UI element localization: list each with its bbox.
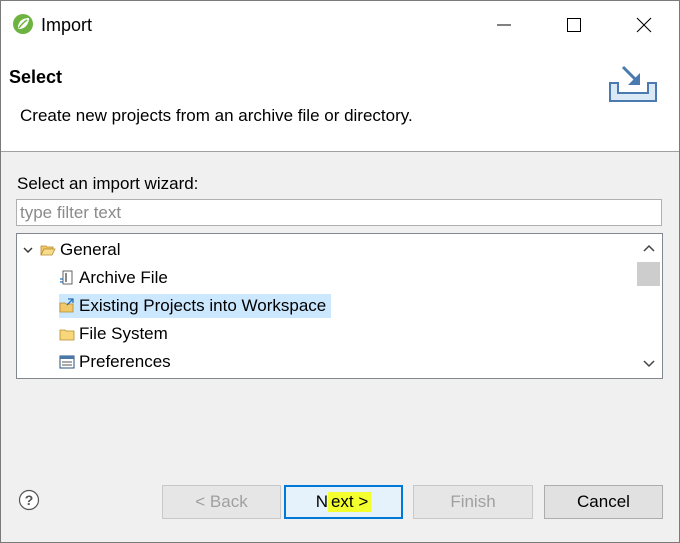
tree-item-file-system[interactable]: File System bbox=[59, 322, 173, 346]
tree-item-preferences[interactable]: Preferences bbox=[59, 350, 176, 374]
chevron-down-icon bbox=[642, 360, 655, 368]
existing-projects-icon bbox=[59, 298, 74, 313]
cancel-button[interactable]: Cancel bbox=[544, 485, 663, 519]
window-title: Import bbox=[41, 15, 93, 35]
close-icon bbox=[636, 17, 652, 33]
tree-item-label: Preferences bbox=[79, 352, 171, 371]
tree-scrollbar[interactable] bbox=[635, 234, 662, 378]
scroll-down-button[interactable] bbox=[635, 352, 662, 376]
page-title: Select bbox=[9, 67, 63, 87]
wizard-prompt: Select an import wizard: bbox=[17, 174, 199, 193]
close-button[interactable] bbox=[609, 1, 679, 49]
import-dialog: Import Select Create new projects from a… bbox=[0, 0, 680, 543]
minimize-button[interactable] bbox=[469, 1, 539, 49]
tree-item-label: Existing Projects into Workspace bbox=[79, 296, 327, 315]
next-label-prefix: N bbox=[315, 492, 328, 511]
maximize-button[interactable] bbox=[539, 1, 609, 49]
scroll-up-button[interactable] bbox=[635, 236, 662, 260]
chevron-up-icon bbox=[642, 244, 655, 252]
chevron-down-icon[interactable] bbox=[21, 243, 35, 257]
preferences-icon bbox=[59, 355, 75, 369]
page-description: Create new projects from an archive file… bbox=[20, 106, 413, 125]
maximize-icon bbox=[567, 18, 581, 32]
help-icon[interactable]: ? bbox=[18, 489, 40, 511]
archive-file-icon bbox=[60, 270, 73, 285]
finish-button[interactable]: Finish bbox=[413, 485, 533, 519]
tree-item-label: File System bbox=[79, 324, 168, 343]
back-button[interactable]: < Back bbox=[162, 485, 281, 519]
folder-icon bbox=[59, 329, 75, 341]
svg-text:?: ? bbox=[25, 492, 34, 508]
tree-item-label: Archive File bbox=[79, 268, 168, 287]
tree-group-label: General bbox=[60, 240, 121, 259]
minimize-icon bbox=[497, 24, 511, 26]
wizard-banner: Select Create new projects from an archi… bbox=[1, 49, 679, 152]
scroll-thumb[interactable] bbox=[637, 262, 660, 286]
tree-item-archive-file[interactable]: Archive File bbox=[59, 266, 173, 290]
title-bar: Import bbox=[1, 1, 679, 49]
open-folder-icon bbox=[40, 245, 56, 256]
next-button[interactable]: Next > bbox=[284, 485, 403, 519]
wizard-tree[interactable]: General Archive File Existing Projects i… bbox=[16, 233, 663, 379]
tree-group-general[interactable]: General bbox=[21, 238, 125, 262]
next-label-highlight: ext > bbox=[327, 492, 372, 512]
filter-input[interactable] bbox=[16, 199, 662, 226]
import-wizard-icon bbox=[609, 65, 657, 102]
tree-item-existing-projects[interactable]: Existing Projects into Workspace bbox=[59, 294, 332, 318]
spring-leaf-icon bbox=[13, 14, 33, 34]
